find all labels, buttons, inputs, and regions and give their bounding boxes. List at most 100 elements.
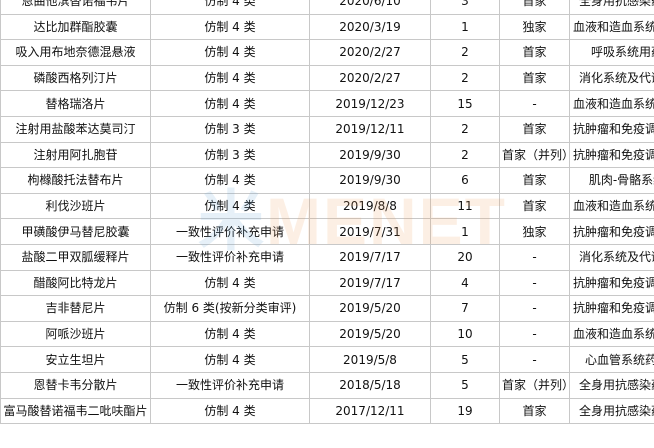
approval-date-cell: 2019/12/23 bbox=[309, 90, 431, 117]
category-cell: 仿制 4 类 bbox=[150, 90, 310, 117]
category-cell: 仿制 4 类 bbox=[150, 192, 310, 220]
therapeutic-area-cell: 血液和造血系统药物 bbox=[569, 320, 654, 348]
table-row: 注射用阿扎胞苷仿制 3 类2019/9/302首家（并列）抗肿瘤和免疫调节剂 bbox=[0, 141, 654, 169]
table-row: 盐酸二甲双胍缓释片一致性评价补充申请2019/7/1720-消化系统及代谢药 bbox=[0, 243, 654, 271]
count-cell: 7 bbox=[430, 295, 500, 322]
therapeutic-area-cell: 肌肉-骨骼系统 bbox=[569, 167, 654, 194]
count-cell: 2 bbox=[430, 115, 500, 143]
first-status-cell: - bbox=[499, 243, 570, 271]
first-status-cell: - bbox=[499, 269, 570, 297]
approval-date-cell: 2019/7/31 bbox=[309, 218, 431, 245]
count-cell: 1 bbox=[430, 13, 500, 41]
drug-name-cell: 醋酸阿比特龙片 bbox=[0, 269, 151, 297]
first-status-cell: - bbox=[499, 295, 570, 322]
count-cell: 11 bbox=[430, 192, 500, 220]
category-cell: 仿制 3 类 bbox=[150, 141, 310, 169]
category-cell: 仿制 3 类 bbox=[150, 115, 310, 143]
drug-name-cell: 安立生坦片 bbox=[0, 346, 151, 373]
approval-date-cell: 2020/2/27 bbox=[309, 64, 431, 92]
approval-date-cell: 2019/9/30 bbox=[309, 167, 431, 194]
count-cell: 3 bbox=[430, 0, 500, 15]
drug-name-cell: 磷酸西格列汀片 bbox=[0, 64, 151, 92]
first-status-cell: - bbox=[499, 320, 570, 348]
approval-date-cell: 2019/7/17 bbox=[309, 269, 431, 297]
count-cell: 19 bbox=[430, 397, 500, 425]
category-cell: 一致性评价补充申请 bbox=[150, 218, 310, 245]
first-status-cell: 首家 bbox=[499, 115, 570, 143]
first-status-cell: 独家 bbox=[499, 218, 570, 245]
first-status-cell: 首家（并列） bbox=[499, 371, 570, 399]
first-status-cell: 首家 bbox=[499, 64, 570, 92]
drug-name-cell: 盐酸二甲双胍缓释片 bbox=[0, 243, 151, 271]
category-cell: 仿制 4 类 bbox=[150, 39, 310, 66]
approval-date-cell: 2019/5/20 bbox=[309, 295, 431, 322]
therapeutic-area-cell: 血液和造血系统药物 bbox=[569, 90, 654, 117]
category-cell: 仿制 4 类 bbox=[150, 0, 310, 15]
therapeutic-area-cell: 全身用抗感染药物 bbox=[569, 0, 654, 15]
category-cell: 仿制 4 类 bbox=[150, 167, 310, 194]
count-cell: 15 bbox=[430, 90, 500, 117]
drug-name-cell: 注射用盐酸苯达莫司汀 bbox=[0, 115, 151, 143]
drug-name-cell: 阿哌沙班片 bbox=[0, 320, 151, 348]
count-cell: 20 bbox=[430, 243, 500, 271]
category-cell: 仿制 4 类 bbox=[150, 397, 310, 425]
count-cell: 2 bbox=[430, 64, 500, 92]
category-cell: 仿制 4 类 bbox=[150, 346, 310, 373]
therapeutic-area-cell: 血液和造血系统药物 bbox=[569, 192, 654, 220]
count-cell: 4 bbox=[430, 269, 500, 297]
approval-date-cell: 2017/12/11 bbox=[309, 397, 431, 425]
approval-date-cell: 2018/5/18 bbox=[309, 371, 431, 399]
drug-name-cell: 替格瑞洛片 bbox=[0, 90, 151, 117]
drug-name-cell: 吉非替尼片 bbox=[0, 295, 151, 322]
therapeutic-area-cell: 消化系统及代谢药 bbox=[569, 64, 654, 92]
drug-name-cell: 枸橼酸托法替布片 bbox=[0, 167, 151, 194]
first-status-cell: 首家 bbox=[499, 167, 570, 194]
table-row: 恩曲他滨替诺福韦片仿制 4 类2020/6/103首家全身用抗感染药物 bbox=[0, 0, 654, 15]
approval-date-cell: 2019/7/17 bbox=[309, 243, 431, 271]
count-cell: 5 bbox=[430, 371, 500, 399]
count-cell: 1 bbox=[430, 218, 500, 245]
first-status-cell: 首家 bbox=[499, 0, 570, 15]
count-cell: 2 bbox=[430, 141, 500, 169]
drug-name-cell: 利伐沙班片 bbox=[0, 192, 151, 220]
table-row: 吸入用布地奈德混悬液仿制 4 类2020/2/272首家呼吸系统用药 bbox=[0, 39, 654, 66]
category-cell: 仿制 4 类 bbox=[150, 269, 310, 297]
first-status-cell: - bbox=[499, 90, 570, 117]
approval-date-cell: 2019/8/8 bbox=[309, 192, 431, 220]
table-row: 醋酸阿比特龙片仿制 4 类2019/7/174-抗肿瘤和免疫调节剂 bbox=[0, 269, 654, 297]
therapeutic-area-cell: 呼吸系统用药 bbox=[569, 39, 654, 66]
approval-date-cell: 2020/6/10 bbox=[309, 0, 431, 15]
therapeutic-area-cell: 全身用抗感染药物 bbox=[569, 371, 654, 399]
drug-name-cell: 富马酸替诺福韦二吡呋酯片 bbox=[0, 397, 151, 425]
drug-name-cell: 达比加群酯胶囊 bbox=[0, 13, 151, 41]
drug-name-cell: 恩曲他滨替诺福韦片 bbox=[0, 0, 151, 15]
therapeutic-area-cell: 心血管系统药物 bbox=[569, 346, 654, 373]
table-row: 吉非替尼片仿制 6 类(按新分类审评)2019/5/207-抗肿瘤和免疫调节剂 bbox=[0, 295, 654, 322]
therapeutic-area-cell: 消化系统及代谢药 bbox=[569, 243, 654, 271]
approval-date-cell: 2019/5/8 bbox=[309, 346, 431, 373]
therapeutic-area-cell: 抗肿瘤和免疫调节剂 bbox=[569, 141, 654, 169]
count-cell: 10 bbox=[430, 320, 500, 348]
table-row: 磷酸西格列汀片仿制 4 类2020/2/272首家消化系统及代谢药 bbox=[0, 64, 654, 92]
table-row: 甲磺酸伊马替尼胶囊一致性评价补充申请2019/7/311独家抗肿瘤和免疫调节剂 bbox=[0, 218, 654, 245]
category-cell: 仿制 4 类 bbox=[150, 320, 310, 348]
category-cell: 一致性评价补充申请 bbox=[150, 371, 310, 399]
first-status-cell: 首家 bbox=[499, 397, 570, 425]
approval-date-cell: 2020/3/19 bbox=[309, 13, 431, 41]
drug-name-cell: 注射用阿扎胞苷 bbox=[0, 141, 151, 169]
first-status-cell: - bbox=[499, 346, 570, 373]
therapeutic-area-cell: 抗肿瘤和免疫调节剂 bbox=[569, 218, 654, 245]
table-body: 恩曲他滨替诺福韦片仿制 4 类2020/6/103首家全身用抗感染药物达比加群酯… bbox=[0, 0, 654, 425]
drug-approval-table: 恩曲他滨替诺福韦片仿制 4 类2020/6/103首家全身用抗感染药物达比加群酯… bbox=[0, 0, 654, 425]
table-row: 达比加群酯胶囊仿制 4 类2020/3/191独家血液和造血系统药物 bbox=[0, 13, 654, 41]
therapeutic-area-cell: 抗肿瘤和免疫调节剂 bbox=[569, 295, 654, 322]
first-status-cell: 独家 bbox=[499, 13, 570, 41]
category-cell: 仿制 4 类 bbox=[150, 64, 310, 92]
first-status-cell: 首家 bbox=[499, 192, 570, 220]
first-status-cell: 首家（并列） bbox=[499, 141, 570, 169]
approval-date-cell: 2020/2/27 bbox=[309, 39, 431, 66]
drug-name-cell: 吸入用布地奈德混悬液 bbox=[0, 39, 151, 66]
table-row: 利伐沙班片仿制 4 类2019/8/811首家血液和造血系统药物 bbox=[0, 192, 654, 220]
count-cell: 2 bbox=[430, 39, 500, 66]
first-status-cell: 首家 bbox=[499, 39, 570, 66]
